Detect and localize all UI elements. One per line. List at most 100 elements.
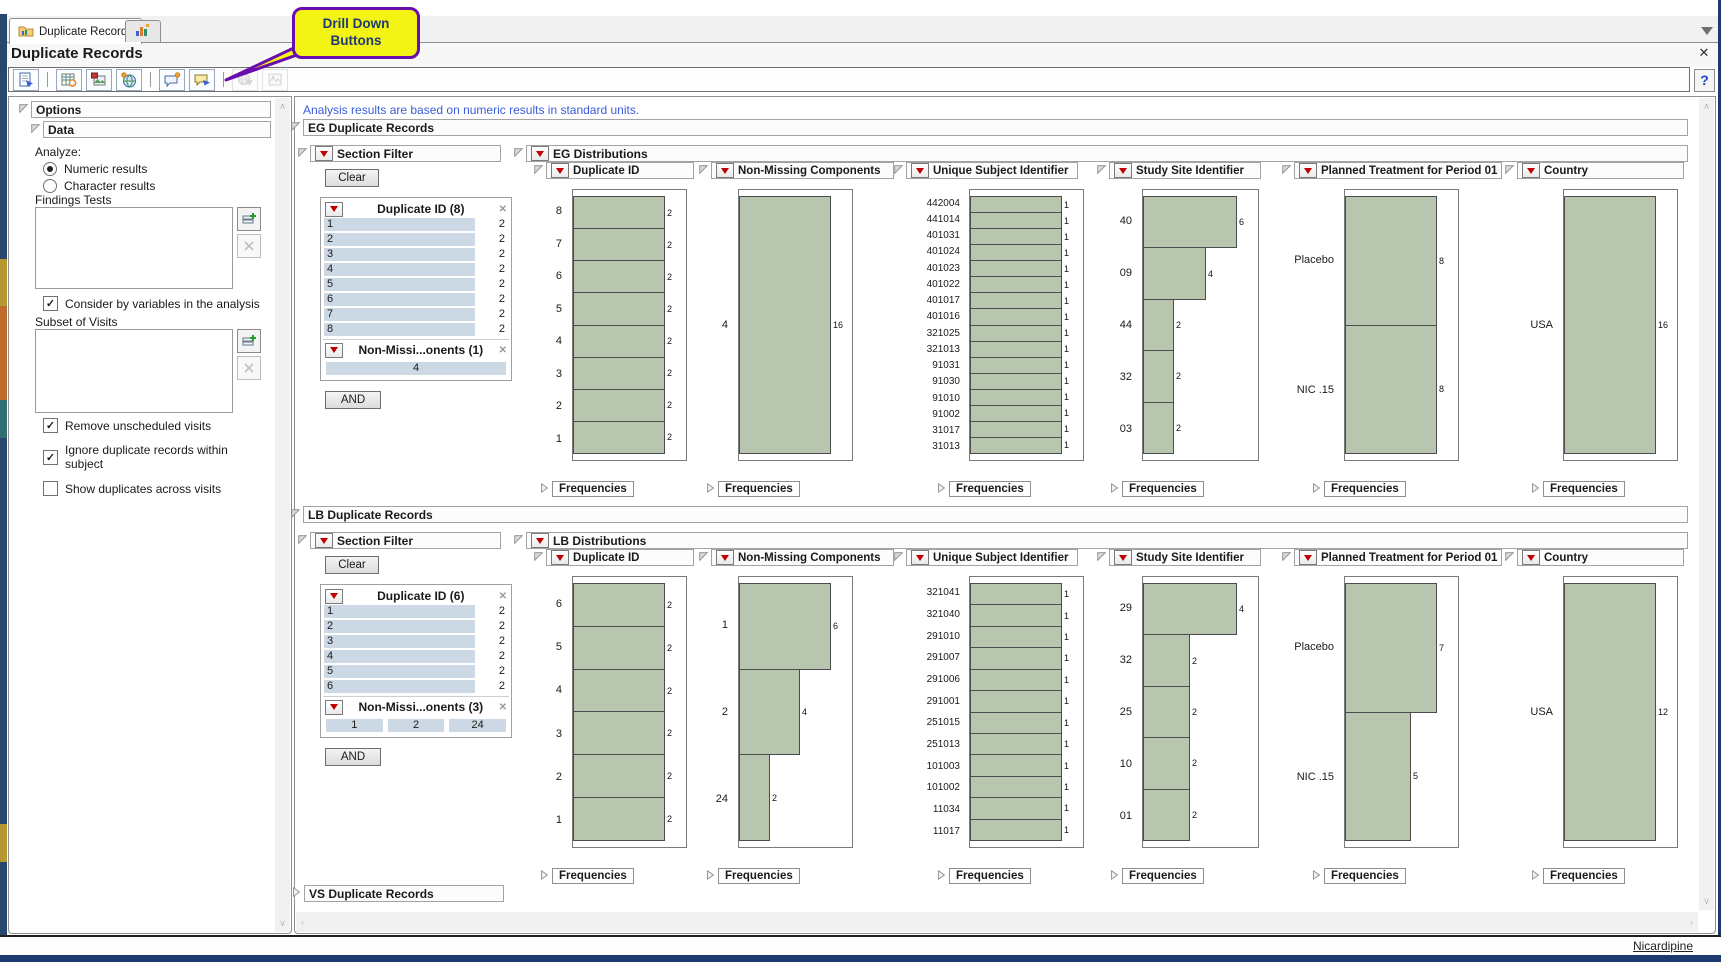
red-triangle-menu-icon[interactable]	[716, 163, 734, 178]
red-triangle-menu-icon[interactable]	[325, 202, 343, 217]
histogram-bar[interactable]	[1143, 634, 1190, 686]
histogram-bar[interactable]	[573, 583, 665, 627]
checkbox-option[interactable]: Show duplicates across visits	[43, 481, 269, 496]
filter-bar[interactable]	[324, 635, 475, 648]
histogram-bar[interactable]	[573, 626, 665, 670]
histogram-bar[interactable]	[970, 690, 1062, 712]
histogram-bar[interactable]	[970, 421, 1062, 438]
disclosure-open-icon[interactable]	[17, 101, 30, 115]
histogram-bar[interactable]	[1345, 196, 1437, 326]
filter-bar[interactable]	[324, 665, 475, 678]
disclosure-open-icon[interactable]	[697, 549, 710, 563]
frequencies-button[interactable]: Frequencies	[949, 868, 1031, 884]
histogram-bar[interactable]	[1143, 789, 1190, 841]
histogram-bar[interactable]	[1345, 325, 1437, 455]
checkbox-option[interactable]: ✓Remove unscheduled visits	[43, 418, 269, 433]
histogram-bar[interactable]	[1143, 583, 1237, 635]
disclosure-collapsed-icon[interactable]	[290, 885, 303, 899]
histogram-bar[interactable]	[573, 228, 665, 261]
frequencies-button[interactable]: Frequencies	[552, 481, 634, 497]
tab-report-preview[interactable]	[125, 20, 161, 42]
filter-row[interactable]: 82	[324, 323, 508, 336]
red-triangle-menu-icon[interactable]	[1522, 550, 1540, 565]
filter-bar[interactable]	[324, 308, 475, 321]
filter-bar[interactable]	[324, 323, 475, 336]
histogram-bar[interactable]	[970, 292, 1062, 309]
red-triangle-menu-icon[interactable]	[1114, 163, 1132, 178]
filter-row[interactable]: 12	[324, 605, 508, 618]
disclosure-open-icon[interactable]	[532, 162, 545, 176]
filter-bar[interactable]	[324, 278, 475, 291]
histogram-bar[interactable]	[970, 797, 1062, 819]
histogram-bar[interactable]	[970, 712, 1062, 734]
filter-row[interactable]: 12	[324, 218, 508, 231]
checkbox-option[interactable]: ✓Ignore duplicate records within subject	[43, 443, 269, 471]
histogram-bar[interactable]	[739, 754, 770, 841]
disclosure-open-icon[interactable]	[296, 532, 309, 546]
disclosure-open-icon[interactable]	[697, 162, 710, 176]
close-icon[interactable]: ✕	[499, 591, 507, 602]
filter-row[interactable]: 22	[324, 620, 508, 633]
copy-picture-icon[interactable]	[86, 69, 112, 91]
filter-row[interactable]: 42	[324, 263, 508, 276]
frequencies-button[interactable]: Frequencies	[1543, 868, 1625, 884]
disclosure-collapsed-icon[interactable]	[1108, 481, 1121, 495]
histogram-bar[interactable]	[970, 325, 1062, 342]
filter-segment[interactable]: 1	[326, 719, 383, 732]
tab-duplicate-records[interactable]: Duplicate Records	[9, 18, 142, 44]
histogram-bar[interactable]	[970, 228, 1062, 245]
disclosure-collapsed-icon[interactable]	[1108, 868, 1121, 882]
window-menu-icon[interactable]	[1701, 27, 1713, 35]
histogram-bar[interactable]	[970, 437, 1062, 454]
close-icon[interactable]: ✕	[499, 345, 507, 356]
disclosure-open-icon[interactable]	[892, 549, 905, 563]
histogram-bar[interactable]	[573, 357, 665, 390]
disclosure-open-icon[interactable]	[289, 119, 302, 133]
histogram-bar[interactable]	[1143, 196, 1237, 248]
frequencies-button[interactable]: Frequencies	[1122, 868, 1204, 884]
transfer-note-icon[interactable]	[189, 69, 215, 91]
disclosure-open-icon[interactable]	[289, 506, 302, 520]
filter-bar[interactable]	[324, 620, 475, 633]
frequencies-button[interactable]: Frequencies	[718, 481, 800, 497]
filter-bar[interactable]	[324, 248, 475, 261]
filter-row[interactable]: 72	[324, 308, 508, 321]
histogram-bar[interactable]	[970, 583, 1062, 605]
histogram-bar[interactable]	[1143, 737, 1190, 789]
clear-button[interactable]: Clear	[325, 556, 379, 574]
histogram-bar[interactable]	[1345, 583, 1437, 713]
histogram-bar[interactable]	[1143, 299, 1174, 351]
histogram-bar[interactable]	[970, 389, 1062, 406]
frequencies-button[interactable]: Frequencies	[552, 868, 634, 884]
histogram-bar[interactable]	[970, 819, 1062, 841]
histogram-bar[interactable]	[970, 212, 1062, 229]
close-icon[interactable]: ✕	[1696, 45, 1712, 61]
checkbox-icon[interactable]: ✓	[43, 418, 58, 433]
frequencies-button[interactable]: Frequencies	[1122, 481, 1204, 497]
frequencies-button[interactable]: Frequencies	[949, 481, 1031, 497]
red-triangle-menu-icon[interactable]	[325, 343, 343, 358]
red-triangle-menu-icon[interactable]	[1299, 550, 1317, 565]
filter-row[interactable]: 32	[324, 248, 508, 261]
help-button[interactable]: ?	[1694, 69, 1715, 92]
add-item-button[interactable]	[237, 207, 261, 231]
histogram-bar[interactable]	[970, 776, 1062, 798]
and-button[interactable]: AND	[325, 391, 381, 409]
add-item-button[interactable]	[237, 329, 261, 353]
filter-row[interactable]: 62	[324, 293, 508, 306]
histogram-bar[interactable]	[573, 389, 665, 422]
histogram-bar[interactable]	[1143, 350, 1174, 402]
red-triangle-menu-icon[interactable]	[911, 163, 929, 178]
disclosure-open-icon[interactable]	[296, 145, 309, 159]
histogram-bar[interactable]	[573, 292, 665, 325]
close-icon[interactable]: ✕	[499, 204, 507, 215]
histogram-bar[interactable]	[970, 669, 1062, 691]
frequencies-button[interactable]: Frequencies	[1543, 481, 1625, 497]
disclosure-collapsed-icon[interactable]	[538, 868, 551, 882]
disclosure-collapsed-icon[interactable]	[538, 481, 551, 495]
histogram-bar[interactable]	[573, 196, 665, 229]
checkbox-icon[interactable]: ✓	[43, 450, 58, 465]
histogram-bar[interactable]	[970, 357, 1062, 374]
histogram-bar[interactable]	[573, 797, 665, 841]
histogram-bar[interactable]	[970, 308, 1062, 325]
